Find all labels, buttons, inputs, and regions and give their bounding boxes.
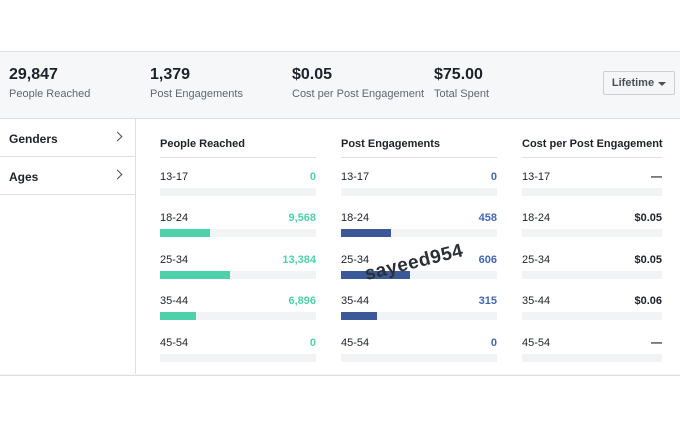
stat-cost-per-engagement: $0.05 Cost per Post Engagement [292,66,424,100]
engagement-value: 0 [490,337,497,349]
cost-value: $0.06 [634,295,662,307]
reach-bar-fill [160,271,230,279]
chevron-right-icon [112,131,123,142]
cost-row-track [522,312,662,320]
reach-bar-track [160,271,316,279]
reach-row: 18-24 9,568 [160,212,316,238]
reach-value: 0 [309,337,316,349]
column-divider [341,157,497,158]
people-reached-label: People Reached [9,88,91,100]
stat-total-spent: $75.00 Total Spent [434,66,489,100]
cost-row-track [522,354,662,362]
sidebar-item-label: Genders [9,132,58,146]
age-range-label: 18-24 [160,212,189,224]
sidebar: Genders Ages [0,119,136,374]
reach-value: 9,568 [288,212,316,224]
age-range-label: 45-54 [160,337,189,349]
reach-value: 6,896 [288,295,316,307]
age-range-label: 18-24 [522,212,551,224]
total-spent-label: Total Spent [434,88,490,100]
reach-row: 13-17 0 [160,171,316,197]
cost-value: $0.05 [634,254,662,266]
cost-value: — [651,337,662,349]
column-divider [522,157,662,158]
engagement-row: 45-54 0 [341,337,497,363]
column-title-people-reached: People Reached [160,138,245,150]
post-engagements-label: Post Engagements [150,88,243,100]
engagement-bar-fill [341,229,391,237]
reach-bar-fill [160,229,210,237]
cost-row-track [522,188,662,196]
reach-bar-track [160,229,316,237]
age-range-label: 13-17 [160,171,189,183]
cost-row-track [522,229,662,237]
column-divider [160,157,316,158]
cost-row: 18-24 $0.05 [522,212,662,238]
chevron-right-icon [112,169,123,180]
age-range-label: 45-54 [341,337,370,349]
age-range-label: 35-44 [160,295,189,307]
engagement-bar-track [341,312,497,320]
age-range-label: 35-44 [522,295,551,307]
age-range-label: 13-17 [341,171,370,183]
engagement-row: 13-17 0 [341,171,497,197]
reach-bar-fill [160,312,196,320]
stat-post-engagements: 1,379 Post Engagements [150,66,243,100]
breakdown-content: People Reached Post Engagements Cost per… [136,119,680,374]
engagement-bar-fill [341,312,377,320]
stat-people-reached: 29,847 People Reached [9,66,90,100]
cost-row: 45-54 — [522,337,662,363]
column-title-post-engagements: Post Engagements [341,138,441,150]
age-range-label: 25-34 [522,254,551,266]
reach-row: 25-34 13,384 [160,254,316,280]
cost-row: 13-17 — [522,171,662,197]
reach-bar-track [160,188,316,196]
reach-row: 35-44 6,896 [160,295,316,321]
reach-row: 45-54 0 [160,337,316,363]
cost-value: $0.05 [634,212,662,224]
date-range-dropdown[interactable]: Lifetime [603,71,675,95]
engagement-value: 458 [478,212,497,224]
cost-row: 25-34 $0.05 [522,254,662,280]
column-title-cost-per-engagement: Cost per Post Engagement [522,138,663,150]
age-range-label: 13-17 [522,171,551,183]
engagement-bar-track [341,229,497,237]
engagement-row: 35-44 315 [341,295,497,321]
cost-row: 35-44 $0.06 [522,295,662,321]
engagement-row: 18-24 458 [341,212,497,238]
age-range-label: 35-44 [341,295,370,307]
cost-per-engagement-value: $0.05 [292,66,333,83]
age-range-label: 45-54 [522,337,551,349]
date-range-label: Lifetime [611,77,655,89]
engagement-value: 0 [490,171,497,183]
total-spent-value: $75.00 [434,66,483,83]
age-range-label: 25-34 [160,254,189,266]
cost-per-engagement-label: Cost per Post Engagement [292,88,425,100]
reach-value: 13,384 [282,254,316,266]
sidebar-item-label: Ages [9,170,39,184]
engagement-value: 315 [478,295,497,307]
people-reached-value: 29,847 [9,66,58,83]
caret-down-icon [658,81,667,86]
sidebar-item-genders[interactable]: Genders [0,119,135,157]
engagement-bar-track [341,188,497,196]
cost-row-track [522,271,662,279]
reach-bar-track [160,312,316,320]
reach-bar-track [160,354,316,362]
cost-value: — [651,171,662,183]
sidebar-item-ages[interactable]: Ages [0,157,135,195]
age-range-label: 18-24 [341,212,370,224]
reach-value: 0 [309,171,316,183]
engagement-value: 606 [478,254,497,266]
post-engagements-value: 1,379 [150,66,191,83]
engagement-bar-track [341,354,497,362]
